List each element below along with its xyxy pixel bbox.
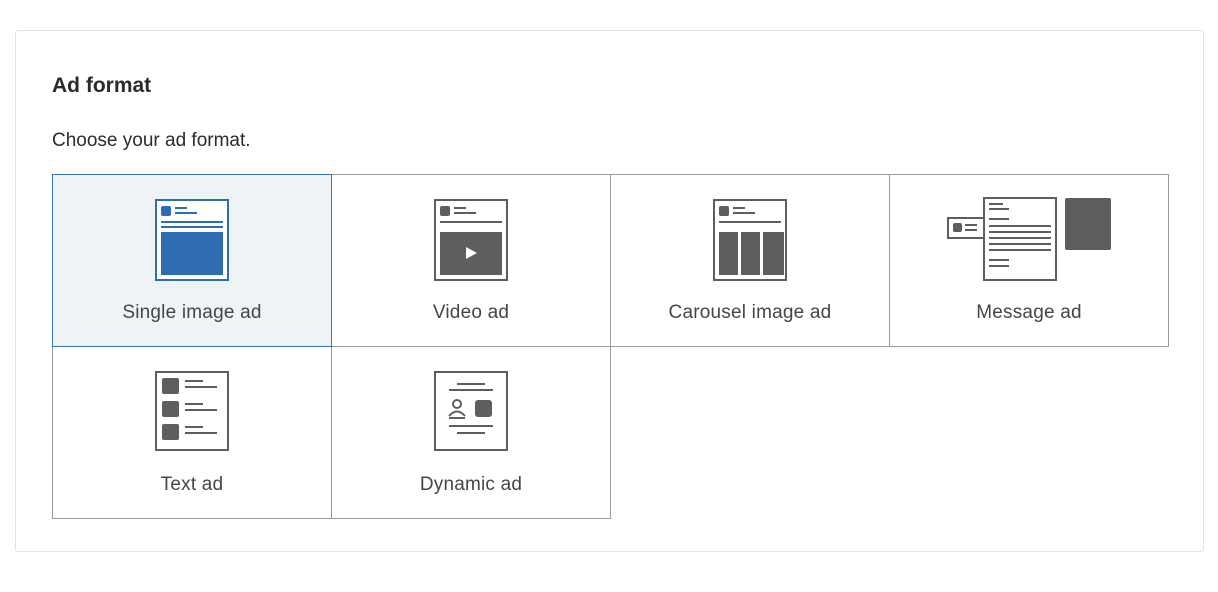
carousel-icon	[713, 199, 787, 281]
message-icon	[947, 197, 1111, 281]
option-dynamic-ad[interactable]: Dynamic ad	[331, 346, 611, 519]
option-label: Single image ad	[122, 302, 262, 323]
dynamic-ad-icon	[434, 371, 508, 451]
video-icon	[434, 199, 508, 281]
option-message-ad[interactable]: Message ad	[889, 174, 1169, 347]
option-carousel-image-ad[interactable]: Carousel image ad	[610, 174, 890, 347]
single-image-icon	[155, 199, 229, 281]
section-title: Ad format	[52, 74, 152, 97]
option-video-ad[interactable]: Video ad	[331, 174, 611, 347]
text-ad-icon	[155, 371, 229, 451]
option-label: Dynamic ad	[419, 474, 523, 495]
section-subtitle: Choose your ad format.	[52, 130, 251, 151]
ad-format-card: Ad format Choose your ad format. Single …	[15, 30, 1204, 552]
ad-format-grid: Single image ad Video ad Carousel image …	[52, 174, 1170, 519]
option-text-ad[interactable]: Text ad	[52, 346, 332, 519]
option-label: Text ad	[160, 474, 224, 495]
option-label: Video ad	[432, 302, 510, 323]
option-label: Message ad	[976, 302, 1082, 323]
option-label: Carousel image ad	[668, 302, 832, 323]
option-single-image-ad[interactable]: Single image ad	[52, 174, 332, 347]
